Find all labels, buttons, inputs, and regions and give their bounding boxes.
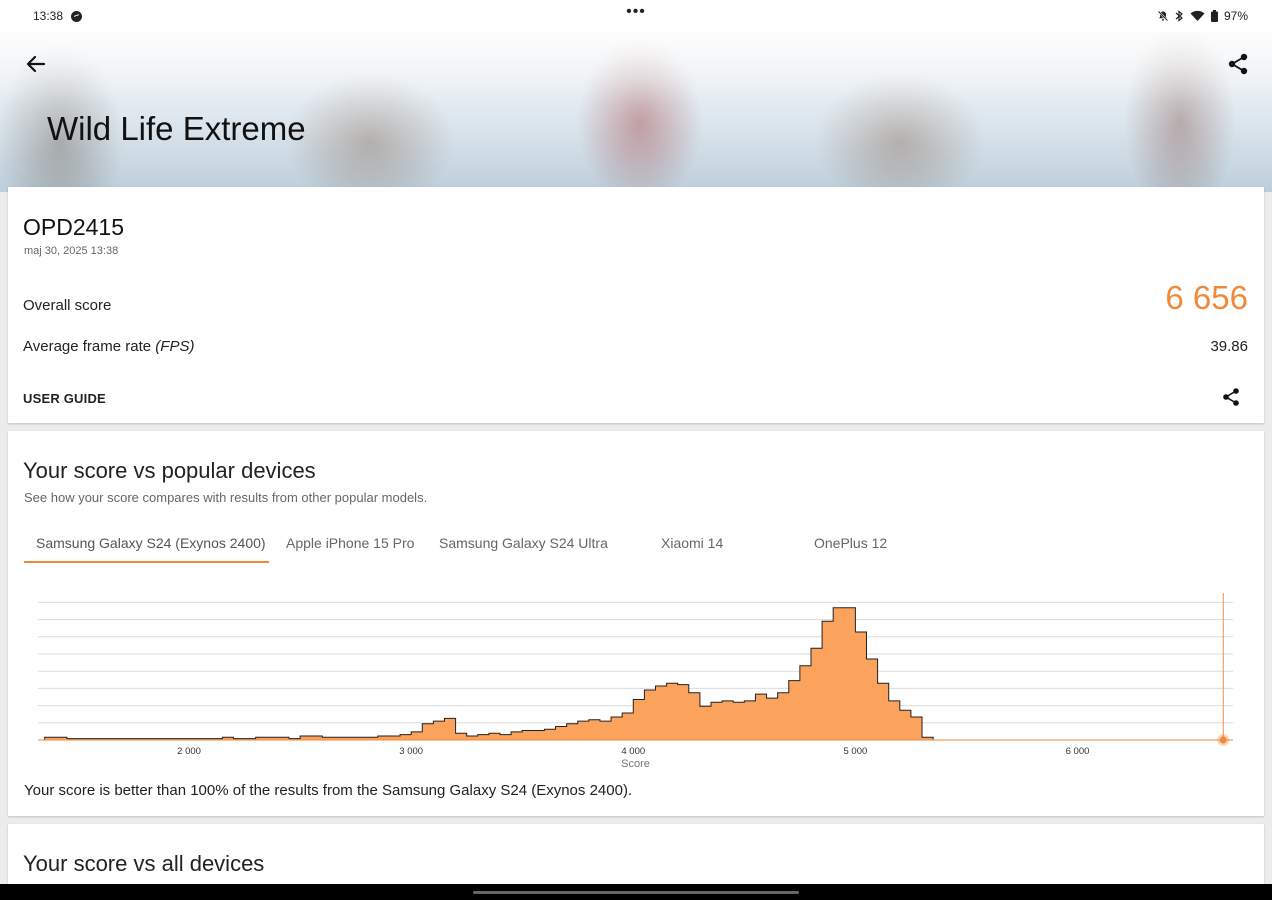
gesture-handle[interactable] — [473, 891, 799, 894]
overall-score-value: 6 656 — [1165, 279, 1248, 316]
device-name: OPD2415 — [23, 214, 125, 240]
status-time: 13:38 — [33, 9, 64, 23]
tab-xiaomi-14[interactable]: Xiaomi 14 — [661, 531, 723, 563]
hero-banner: Wild Life Extreme — [0, 32, 1272, 192]
share-icon[interactable] — [1224, 50, 1252, 78]
fps-label-unit: (FPS) — [155, 338, 195, 355]
popular-devices-card: Your score vs popular devices See how yo… — [8, 431, 1264, 816]
overall-score-label: Overall score — [23, 297, 112, 314]
fps-label-main: Average frame rate — [23, 338, 152, 355]
x-tick-label: 5 000 — [844, 746, 868, 757]
score-distribution-chart: 2 000 3 000 4 000 5 000 6 000 Score — [38, 593, 1233, 770]
tab-oneplus-12[interactable]: OnePlus 12 — [814, 531, 887, 563]
popular-devices-title: Your score vs popular devices — [23, 458, 316, 483]
user-guide-link[interactable]: USER GUIDE — [23, 391, 106, 406]
battery-icon — [1210, 10, 1218, 22]
bluetooth-icon — [1175, 10, 1183, 22]
x-tick-label: 3 000 — [399, 746, 423, 757]
notifications-off-icon — [1157, 10, 1169, 22]
result-card: OPD2415 maj 30, 2025 13:38 Overall score… — [8, 187, 1264, 423]
x-tick-label: 4 000 — [621, 746, 645, 757]
x-tick-label: 2 000 — [177, 746, 201, 757]
share-result-icon[interactable] — [1220, 386, 1242, 408]
navigation-bar — [0, 884, 1272, 900]
all-devices-title: Your score vs all devices — [23, 851, 265, 876]
status-left: 13:38 — [33, 9, 83, 23]
device-tabs: Samsung Galaxy S24 (Exynos 2400) Apple i… — [24, 531, 1024, 563]
fps-value: 39.86 — [1210, 338, 1248, 355]
back-arrow-icon[interactable] — [22, 50, 50, 78]
histogram-area — [44, 607, 934, 741]
tab-samsung-galaxy-s24-exynos[interactable]: Samsung Galaxy S24 (Exynos 2400) — [24, 531, 269, 563]
your-score-marker — [1219, 736, 1227, 744]
wifi-icon — [1190, 10, 1205, 21]
messenger-icon — [71, 10, 83, 22]
battery-percent: 97% — [1223, 9, 1248, 23]
popular-devices-subtitle: See how your score compares with results… — [24, 490, 428, 505]
status-right: 97% — [1157, 9, 1248, 23]
score-verdict: Your score is better than 100% of the re… — [24, 782, 633, 799]
tab-samsung-galaxy-s24-ultra[interactable]: Samsung Galaxy S24 Ultra — [439, 531, 608, 563]
result-date: maj 30, 2025 13:38 — [24, 245, 119, 257]
status-bar: 13:38 ••• 97% — [0, 0, 1272, 32]
overflow-dots[interactable]: ••• — [626, 3, 646, 21]
fps-label: Average frame rate (FPS) — [23, 338, 194, 355]
x-axis-label: Score — [621, 758, 650, 770]
page-title: Wild Life Extreme — [47, 110, 306, 147]
tab-apple-iphone-15-pro[interactable]: Apple iPhone 15 Pro — [286, 531, 414, 563]
x-tick-label: 6 000 — [1066, 746, 1090, 757]
